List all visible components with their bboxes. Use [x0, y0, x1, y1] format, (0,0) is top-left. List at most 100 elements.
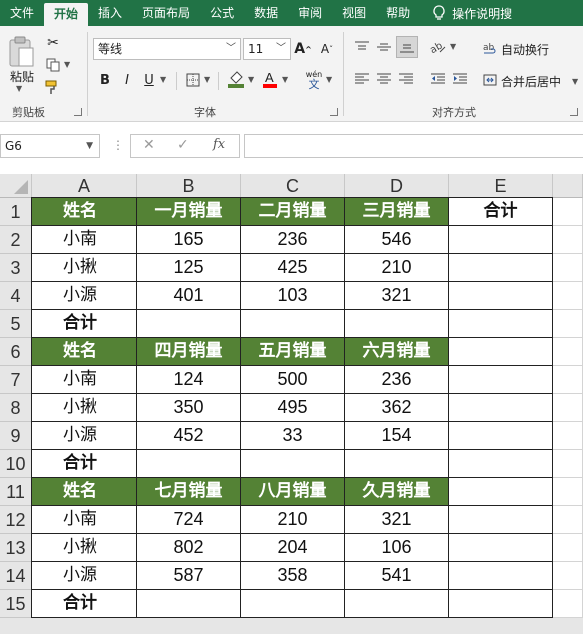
cell-e11[interactable]	[449, 478, 553, 506]
cell-e6[interactable]	[449, 338, 553, 366]
tab-page-layout[interactable]: 页面布局	[132, 0, 200, 26]
font-size-select[interactable]: 11 ﹀	[243, 38, 291, 60]
name-box[interactable]: G6 ▼	[0, 134, 100, 158]
row-header-8[interactable]: 8	[0, 394, 32, 422]
cell-f9[interactable]	[553, 422, 583, 450]
cell-e9[interactable]	[449, 422, 553, 450]
cell-e10[interactable]	[449, 450, 553, 478]
column-header-f[interactable]	[553, 174, 583, 198]
row-header-9[interactable]: 9	[0, 422, 32, 450]
cell-b10[interactable]	[137, 450, 241, 478]
cell-d5[interactable]	[345, 310, 449, 338]
row-header-3[interactable]: 3	[0, 254, 32, 282]
cell-f1[interactable]	[553, 198, 583, 226]
font-color-icon[interactable]: A	[260, 68, 280, 90]
cell-c11[interactable]: 八月销量	[241, 478, 345, 506]
fill-color-dropdown-caret[interactable]: ▼	[248, 75, 254, 84]
column-header-b[interactable]: B	[137, 174, 241, 198]
cell-c13[interactable]: 204	[241, 534, 345, 562]
cell-d12[interactable]: 321	[345, 506, 449, 534]
cell-d10[interactable]	[345, 450, 449, 478]
underline-dropdown-caret[interactable]: ▼	[160, 75, 166, 84]
row-header-7[interactable]: 7	[0, 366, 32, 394]
row-header-10[interactable]: 10	[0, 450, 32, 478]
column-header-a[interactable]: A	[32, 174, 137, 198]
cell-d8[interactable]: 362	[345, 394, 449, 422]
cell-f10[interactable]	[553, 450, 583, 478]
row-header-2[interactable]: 2	[0, 226, 32, 254]
cell-c15[interactable]	[241, 590, 345, 618]
cell-f13[interactable]	[553, 534, 583, 562]
cell-b8[interactable]: 350	[137, 394, 241, 422]
align-center-icon[interactable]	[374, 70, 394, 88]
cell-c6[interactable]: 五月销量	[241, 338, 345, 366]
orientation-dropdown-caret[interactable]: ▼	[450, 42, 456, 51]
cell-d11[interactable]: 久月销量	[345, 478, 449, 506]
row-header-12[interactable]: 12	[0, 506, 32, 534]
merge-center-icon[interactable]	[482, 72, 498, 88]
underline-button[interactable]: U	[140, 70, 158, 90]
cut-icon[interactable]: ✂	[44, 34, 62, 52]
row-header-1[interactable]: 1	[0, 198, 32, 226]
copy-icon[interactable]	[44, 56, 62, 74]
font-launcher-icon[interactable]	[330, 108, 338, 116]
cell-a12[interactable]: 小南	[32, 506, 137, 534]
cell-b11[interactable]: 七月销量	[137, 478, 241, 506]
tab-help[interactable]: 帮助	[376, 0, 420, 26]
cell-f6[interactable]	[553, 338, 583, 366]
merge-center-button[interactable]: 合并后居中	[501, 73, 561, 90]
row-header-4[interactable]: 4	[0, 282, 32, 310]
fill-color-icon[interactable]	[226, 68, 246, 90]
column-header-c[interactable]: C	[241, 174, 345, 198]
cell-a9[interactable]: 小源	[32, 422, 137, 450]
align-right-icon[interactable]	[396, 70, 416, 88]
borders-dropdown-caret[interactable]: ▼	[204, 75, 210, 84]
cell-f4[interactable]	[553, 282, 583, 310]
cell-a13[interactable]: 小揪	[32, 534, 137, 562]
insert-function-icon[interactable]: fx	[213, 137, 225, 152]
cell-a3[interactable]: 小揪	[32, 254, 137, 282]
cell-e15[interactable]	[449, 590, 553, 618]
font-color-dropdown-caret[interactable]: ▼	[282, 75, 288, 84]
row-header-11[interactable]: 11	[0, 478, 32, 506]
cell-d6[interactable]: 六月销量	[345, 338, 449, 366]
increase-indent-icon[interactable]	[450, 70, 470, 88]
italic-button[interactable]: I	[118, 70, 136, 90]
align-bottom-icon[interactable]	[396, 36, 418, 58]
row-header-14[interactable]: 14	[0, 562, 32, 590]
cell-c7[interactable]: 500	[241, 366, 345, 394]
cell-b5[interactable]	[137, 310, 241, 338]
cell-e14[interactable]	[449, 562, 553, 590]
cell-b4[interactable]: 401	[137, 282, 241, 310]
column-header-e[interactable]: E	[449, 174, 553, 198]
more-options-icon[interactable]: ⋮	[112, 138, 124, 152]
phonetic-guide-icon[interactable]: wén 文	[302, 68, 326, 92]
cell-c10[interactable]	[241, 450, 345, 478]
clipboard-launcher-icon[interactable]	[74, 108, 82, 116]
cell-a11[interactable]: 姓名	[32, 478, 137, 506]
cell-d3[interactable]: 210	[345, 254, 449, 282]
row-header-15[interactable]: 15	[0, 590, 32, 618]
copy-dropdown-caret[interactable]: ▼	[64, 60, 70, 69]
cell-b14[interactable]: 587	[137, 562, 241, 590]
cell-c8[interactable]: 495	[241, 394, 345, 422]
row-header-13[interactable]: 13	[0, 534, 32, 562]
cell-c9[interactable]: 33	[241, 422, 345, 450]
tab-review[interactable]: 审阅	[288, 0, 332, 26]
cell-a4[interactable]: 小源	[32, 282, 137, 310]
row-header-5[interactable]: 5	[0, 310, 32, 338]
cell-e13[interactable]	[449, 534, 553, 562]
cell-b7[interactable]: 124	[137, 366, 241, 394]
cell-b12[interactable]: 724	[137, 506, 241, 534]
row-header-6[interactable]: 6	[0, 338, 32, 366]
tab-insert[interactable]: 插入	[88, 0, 132, 26]
cell-f14[interactable]	[553, 562, 583, 590]
cell-b1[interactable]: 一月销量	[137, 198, 241, 226]
increase-font-size-icon[interactable]: A ^	[294, 40, 312, 58]
cell-f8[interactable]	[553, 394, 583, 422]
cell-d4[interactable]: 321	[345, 282, 449, 310]
cell-a5[interactable]: 合计	[32, 310, 137, 338]
phonetic-dropdown-caret[interactable]: ▼	[326, 75, 332, 84]
tab-home[interactable]: 开始	[44, 3, 89, 26]
cell-c12[interactable]: 210	[241, 506, 345, 534]
